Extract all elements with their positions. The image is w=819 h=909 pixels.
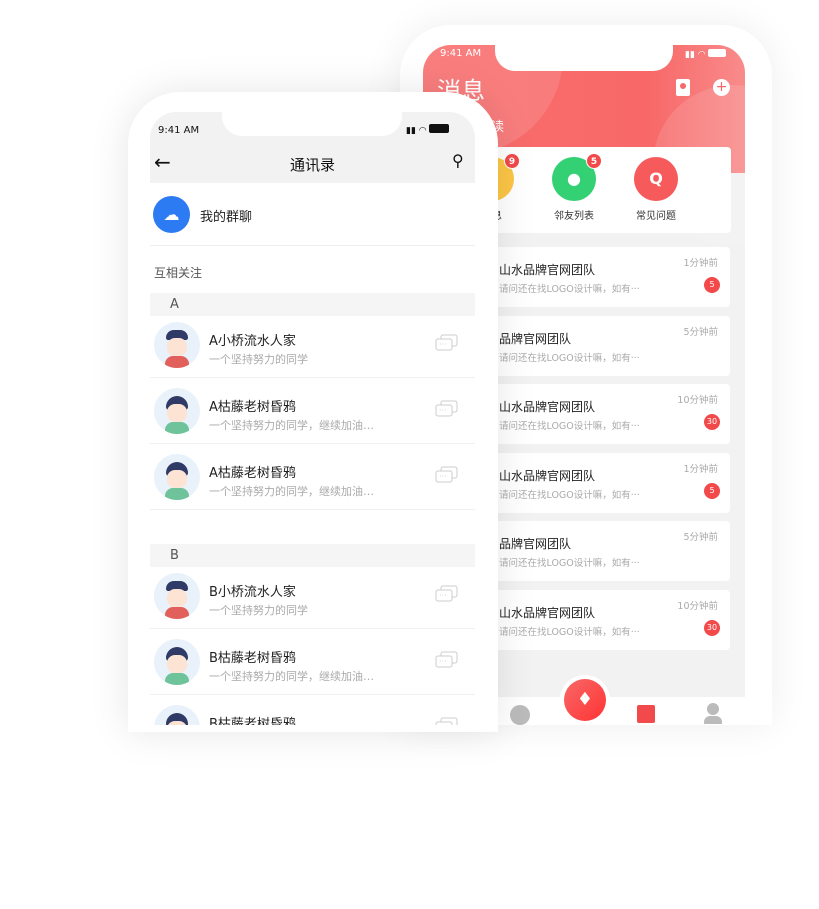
avatar bbox=[154, 639, 200, 685]
tab-messages-icon[interactable] bbox=[637, 705, 655, 723]
message-title: 山水品牌官网团队 bbox=[499, 400, 596, 415]
unread-badge: 5 bbox=[704, 277, 720, 293]
svg-text:···: ··· bbox=[439, 723, 447, 725]
message-preview: 请问还在找LOGO设计嘛，如有··· bbox=[499, 558, 640, 570]
message-title: 品牌官网团队 bbox=[499, 537, 572, 552]
contact-name: B枯藤老树昏鸦 bbox=[209, 717, 296, 725]
status-time: 9:41 AM bbox=[440, 48, 482, 59]
nav-title: 通讯录 bbox=[289, 156, 335, 174]
mutual-follow-label: 互相关注 bbox=[154, 266, 203, 280]
quick-action-label: 常见问题 bbox=[636, 211, 676, 222]
message-time: 5分钟前 bbox=[683, 532, 718, 544]
message-card[interactable]: 品牌官网团队请问还在找LOGO设计嘛，如有··· 5分钟前 bbox=[485, 521, 730, 582]
chat-icon[interactable]: ··· bbox=[435, 466, 459, 486]
chat-icon[interactable]: ··· bbox=[435, 334, 459, 354]
message-preview: 请问还在找LOGO设计嘛，如有··· bbox=[499, 489, 640, 501]
badge: 5 bbox=[586, 153, 602, 169]
quick-action[interactable]: Q 常见问题 bbox=[621, 157, 691, 222]
avatar bbox=[154, 322, 200, 368]
message-preview: 请问还在找LOGO设计嘛，如有··· bbox=[499, 284, 640, 295]
unread-badge: 30 bbox=[704, 414, 720, 431]
avatar bbox=[154, 573, 200, 619]
message-card[interactable]: 山水品牌官网团队请问还在找LOGO设计嘛，如有··· 10分钟前 30 bbox=[485, 590, 730, 650]
notch bbox=[495, 45, 673, 71]
contact-name: A枯藤老树昏鸦 bbox=[209, 400, 296, 415]
contact-row[interactable]: B枯藤老树昏鸦 ··· bbox=[150, 695, 475, 725]
contact-desc: 一个坚持努力的同学，继续加油… bbox=[209, 670, 374, 683]
avatar bbox=[154, 388, 200, 434]
tab-profile-icon[interactable] bbox=[704, 703, 722, 725]
contact-name: A小桥流水人家 bbox=[209, 334, 296, 349]
contact-row[interactable]: B小桥流水人家 一个坚持努力的同学 ··· bbox=[150, 563, 475, 629]
message-title: 山水品牌官网团队 bbox=[499, 468, 596, 483]
quick-actions-card: ●9消息●5邻友列表Q常见问题 bbox=[465, 147, 731, 233]
contact-desc: 一个坚持努力的同学 bbox=[209, 353, 308, 366]
group-label: 我的群聊 bbox=[200, 210, 253, 225]
svg-text:···: ··· bbox=[439, 406, 447, 415]
tab-discover-icon[interactable] bbox=[510, 705, 530, 725]
status-icons: ▮▮ ◠ bbox=[406, 124, 450, 136]
message-card[interactable]: 品牌官网团队请问还在找LOGO设计嘛，如有··· 5分钟前 bbox=[485, 315, 730, 376]
contacts-screen: 9:41 AM ▮▮ ◠ ← 通讯录 ⚲ ☁ 我的群聊 互相关注 A A小桥流水人… bbox=[150, 112, 475, 725]
badge: 9 bbox=[504, 153, 520, 169]
notch bbox=[222, 112, 402, 136]
chat-icon[interactable]: ··· bbox=[435, 717, 459, 725]
message-card[interactable]: 山水品牌官网团队请问还在找LOGO设计嘛，如有··· 10分钟前 30 bbox=[485, 384, 730, 445]
contact-row[interactable]: A枯藤老树昏鸦一个坚持努力的同学，继续加油… ··· bbox=[150, 444, 475, 510]
contact-name: B小桥流水人家 bbox=[209, 585, 296, 600]
contact-desc: 一个坚持努力的同学，继续加油… bbox=[209, 419, 374, 432]
message-time: 10分钟前 bbox=[677, 395, 718, 407]
friends-icon: ● 5 bbox=[552, 153, 602, 201]
contact-row[interactable]: A小桥流水人家 一个坚持努力的同学 ··· bbox=[150, 312, 475, 378]
svg-text:···: ··· bbox=[439, 591, 447, 600]
contact-name: B枯藤老树昏鸦 bbox=[209, 651, 296, 666]
contact-name: A枯藤老树昏鸦 bbox=[209, 466, 296, 481]
status-time: 9:41 AM bbox=[158, 125, 200, 136]
svg-text:···: ··· bbox=[439, 657, 447, 666]
svg-text:···: ··· bbox=[439, 472, 447, 481]
message-card[interactable]: 山水品牌官网团队请问还在找LOGO设计嘛，如有··· 1分钟前 5 bbox=[485, 452, 730, 513]
svg-text:···: ··· bbox=[439, 340, 447, 349]
message-title: 山水品牌官网团队 bbox=[499, 263, 596, 277]
message-time: 5分钟前 bbox=[683, 326, 718, 338]
nav-bar: ← 通讯录 ⚲ bbox=[150, 145, 475, 183]
add-friend-icon[interactable]: ⚲ bbox=[452, 151, 464, 170]
message-title: 山水品牌官网团队 bbox=[499, 606, 596, 620]
unread-badge: 30 bbox=[704, 620, 720, 636]
chat-icon[interactable]: ··· bbox=[435, 585, 459, 605]
message-preview: 请问还在找LOGO设计嘛，如有··· bbox=[499, 627, 640, 638]
message-time: 10分钟前 bbox=[677, 601, 718, 612]
add-icon[interactable]: + bbox=[713, 79, 730, 96]
tab-home-crown-button[interactable]: ♦ bbox=[560, 675, 610, 725]
contact-row[interactable]: B枯藤老树昏鸦一个坚持努力的同学，继续加油… ··· bbox=[150, 629, 475, 695]
faq-icon: Q bbox=[634, 157, 678, 201]
message-time: 1分钟前 bbox=[683, 258, 718, 269]
message-time: 1分钟前 bbox=[683, 463, 718, 475]
contacts-book-icon[interactable] bbox=[676, 79, 690, 96]
quick-action-label: 邻友列表 bbox=[554, 211, 594, 222]
message-card[interactable]: 山水品牌官网团队请问还在找LOGO设计嘛，如有··· 1分钟前 5 bbox=[485, 247, 730, 307]
message-title: 品牌官网团队 bbox=[499, 331, 572, 346]
contact-desc: 一个坚持努力的同学，继续加油… bbox=[209, 485, 374, 498]
message-preview: 请问还在找LOGO设计嘛，如有··· bbox=[499, 421, 640, 433]
my-groups-row[interactable]: ☁ 我的群聊 bbox=[150, 190, 475, 246]
quick-action[interactable]: ● 5 邻友列表 bbox=[539, 153, 609, 222]
avatar bbox=[154, 454, 200, 500]
chat-icon[interactable]: ··· bbox=[435, 651, 459, 671]
avatar bbox=[154, 705, 200, 725]
status-icons: ▮▮ ◠ bbox=[685, 49, 727, 60]
group-icon: ☁ bbox=[153, 196, 190, 233]
message-preview: 请问还在找LOGO设计嘛，如有··· bbox=[499, 352, 640, 364]
contact-desc: 一个坚持努力的同学 bbox=[209, 604, 308, 617]
unread-badge: 5 bbox=[704, 482, 720, 499]
chat-icon[interactable]: ··· bbox=[435, 400, 459, 420]
contact-row[interactable]: A枯藤老树昏鸦一个坚持努力的同学，继续加油… ··· bbox=[150, 378, 475, 444]
